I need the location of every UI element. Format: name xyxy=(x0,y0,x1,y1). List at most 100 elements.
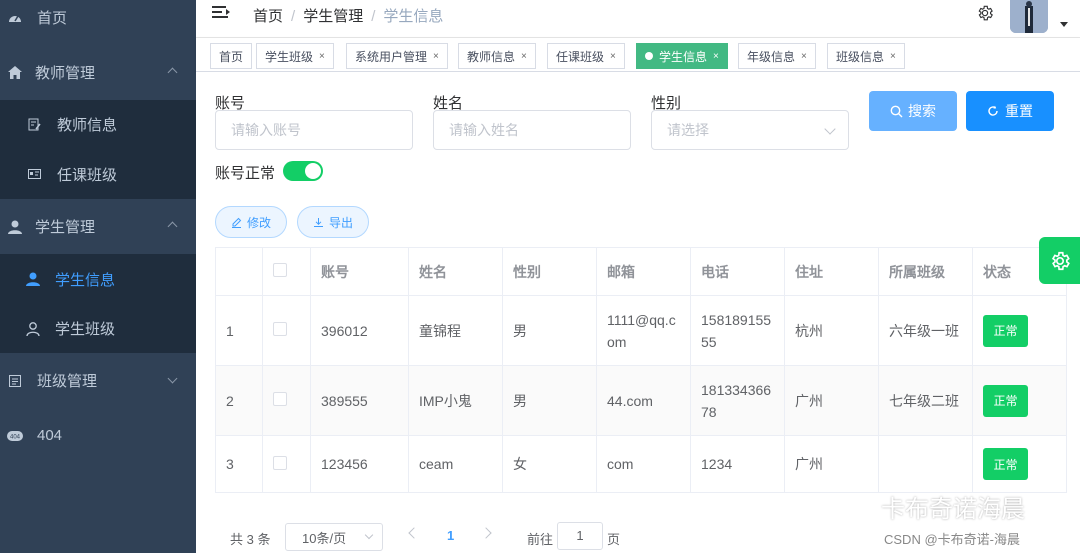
goto-label: 前往 xyxy=(527,532,554,547)
header-name[interactable]: 姓名 xyxy=(408,247,503,296)
header-gender[interactable]: 性别 xyxy=(502,247,597,296)
cell-phone: 1234 xyxy=(690,435,785,493)
status-badge[interactable]: 正常 xyxy=(983,314,1028,347)
tag-teacher-info[interactable]: 教师信息 × xyxy=(458,43,536,69)
breadcrumb-student-management[interactable]: 学生管理 xyxy=(303,8,363,25)
header-address[interactable]: 住址 xyxy=(784,247,879,296)
cell-address: 广州 xyxy=(784,435,879,493)
sidebar-item-label: 404 xyxy=(37,427,63,444)
sidebar-item-home[interactable]: 首页 xyxy=(0,0,196,45)
sidebar-item-student-class[interactable]: 学生班级 xyxy=(0,304,196,353)
cell-status: 正常 xyxy=(972,365,1067,436)
404-icon: 404 xyxy=(6,429,24,443)
sidebar-item-student-info[interactable]: 学生信息 xyxy=(0,254,196,304)
sidebar-item-class-management[interactable]: 班级管理 xyxy=(0,353,196,408)
row-checkbox[interactable] xyxy=(273,392,287,406)
close-icon[interactable]: × xyxy=(521,51,527,62)
close-icon[interactable]: × xyxy=(433,51,439,62)
sidebar-item-teacher-info[interactable]: 教师信息 xyxy=(0,100,196,149)
download-icon xyxy=(313,217,323,227)
row-checkbox[interactable] xyxy=(273,455,287,470)
export-button[interactable]: 导出 xyxy=(297,206,369,238)
sidebar-item-label: 学生信息 xyxy=(55,271,116,289)
tag-student-info[interactable]: 学生信息 × xyxy=(636,43,728,69)
row-checkbox[interactable] xyxy=(273,322,287,336)
edit-doc-icon xyxy=(27,118,41,132)
header-class[interactable]: 所属班级 xyxy=(878,247,973,296)
watermark-sub: CSDN @卡布奇诺-海晨 xyxy=(884,532,1020,547)
cell-account: 123456 xyxy=(310,435,409,493)
cell-status: 正常 xyxy=(972,435,1067,493)
sidebar-item-teacher-management[interactable]: 教师管理 xyxy=(0,45,196,100)
sidebar-item-label: 教师信息 xyxy=(57,117,118,134)
close-icon[interactable]: × xyxy=(319,51,325,62)
avatar[interactable] xyxy=(1010,0,1048,33)
select-all-checkbox[interactable] xyxy=(273,263,287,277)
navbar: 首页 / 学生管理 / 学生信息 xyxy=(196,0,1080,38)
page-size-value: 10条/页 xyxy=(302,530,347,546)
status-badge[interactable]: 正常 xyxy=(983,384,1028,417)
sidebar-item-404[interactable]: 404 404 xyxy=(0,408,196,463)
gender-select[interactable]: 请选择 xyxy=(651,110,849,150)
settings-gear-icon[interactable] xyxy=(976,4,994,22)
goto-page-input[interactable]: 1 xyxy=(557,522,603,550)
search-button[interactable]: 搜索 xyxy=(869,91,957,131)
reset-button[interactable]: 重置 xyxy=(966,91,1054,131)
cell-checkbox[interactable] xyxy=(262,365,311,436)
tag-course-class[interactable]: 任课班级 × xyxy=(547,43,625,69)
student-table: 账号 姓名 性别 邮箱 电话 住址 所属班级 状态 1 396012 童锦程 男… xyxy=(215,247,1067,493)
tag-system-user-management[interactable]: 系统用户管理 × xyxy=(346,43,448,69)
sidebar-item-student-management[interactable]: 学生管理 xyxy=(0,199,196,254)
list-icon xyxy=(8,374,22,388)
cell-index: 3 xyxy=(215,435,263,493)
cell-index: 2 xyxy=(215,365,263,436)
status-badge[interactable]: 正常 xyxy=(983,448,1028,480)
dashboard-icon xyxy=(8,11,22,25)
edit-button[interactable]: 修改 xyxy=(215,206,287,238)
tag-class-info[interactable]: 班级信息 × xyxy=(827,43,905,69)
account-status-switch[interactable] xyxy=(283,161,323,181)
cell-gender: 男 xyxy=(502,365,597,436)
close-icon[interactable]: × xyxy=(713,51,719,62)
header-phone[interactable]: 电话 xyxy=(690,247,785,296)
sidebar-item-course-class[interactable]: 任课班级 xyxy=(0,149,196,199)
cell-class xyxy=(878,435,973,493)
gear-icon xyxy=(1051,251,1070,270)
hamburger-icon[interactable] xyxy=(212,6,230,20)
table-row[interactable]: 1 396012 童锦程 男 1111@qq.com 15818915555 杭… xyxy=(215,295,1067,366)
cell-index: 1 xyxy=(215,295,263,366)
next-page-icon[interactable] xyxy=(480,527,492,539)
cell-checkbox[interactable] xyxy=(262,435,311,493)
page-suffix-label: 页 xyxy=(607,532,621,547)
active-dot-icon xyxy=(645,52,653,60)
tag-home[interactable]: 首页 xyxy=(210,43,253,69)
header-email[interactable]: 邮箱 xyxy=(596,247,691,296)
header-checkbox[interactable] xyxy=(262,247,311,296)
breadcrumb: 首页 / 学生管理 / 学生信息 xyxy=(253,8,444,25)
header-account[interactable]: 账号 xyxy=(310,247,409,296)
breadcrumb-home[interactable]: 首页 xyxy=(253,8,283,25)
account-status-label: 账号正常 xyxy=(215,165,276,182)
close-icon[interactable]: × xyxy=(610,51,616,62)
account-input[interactable]: 请输入账号 xyxy=(215,110,413,150)
floating-settings-button[interactable] xyxy=(1039,237,1080,284)
cell-checkbox[interactable] xyxy=(262,295,311,366)
table-header-row: 账号 姓名 性别 邮箱 电话 住址 所属班级 状态 xyxy=(215,247,1067,296)
sidebar-item-label: 学生管理 xyxy=(35,219,96,236)
page-number-current[interactable]: 1 xyxy=(447,528,454,543)
page-size-select[interactable]: 10条/页 xyxy=(285,523,383,551)
watermark-main: 卡布奇诺海晨 xyxy=(835,489,1025,524)
breadcrumb-student-info: 学生信息 xyxy=(383,8,444,25)
close-icon[interactable]: × xyxy=(890,51,896,62)
cell-status: 正常 xyxy=(972,295,1067,366)
caret-down-icon[interactable] xyxy=(1060,22,1068,27)
sidebar-item-label: 教师管理 xyxy=(35,65,96,82)
table-row[interactable]: 3 123456 ceam 女 com 1234 广州 正常 xyxy=(215,435,1067,493)
prev-page-icon[interactable] xyxy=(408,527,420,539)
close-icon[interactable]: × xyxy=(801,51,807,62)
tag-student-class[interactable]: 学生班级 × xyxy=(256,43,334,69)
cell-address: 广州 xyxy=(784,365,879,436)
name-input[interactable]: 请输入姓名 xyxy=(433,110,631,150)
tag-grade-info[interactable]: 年级信息 × xyxy=(738,43,816,69)
table-row[interactable]: 2 389555 IMP小鬼 男 44.com 18133436678 广州 七… xyxy=(215,365,1067,436)
